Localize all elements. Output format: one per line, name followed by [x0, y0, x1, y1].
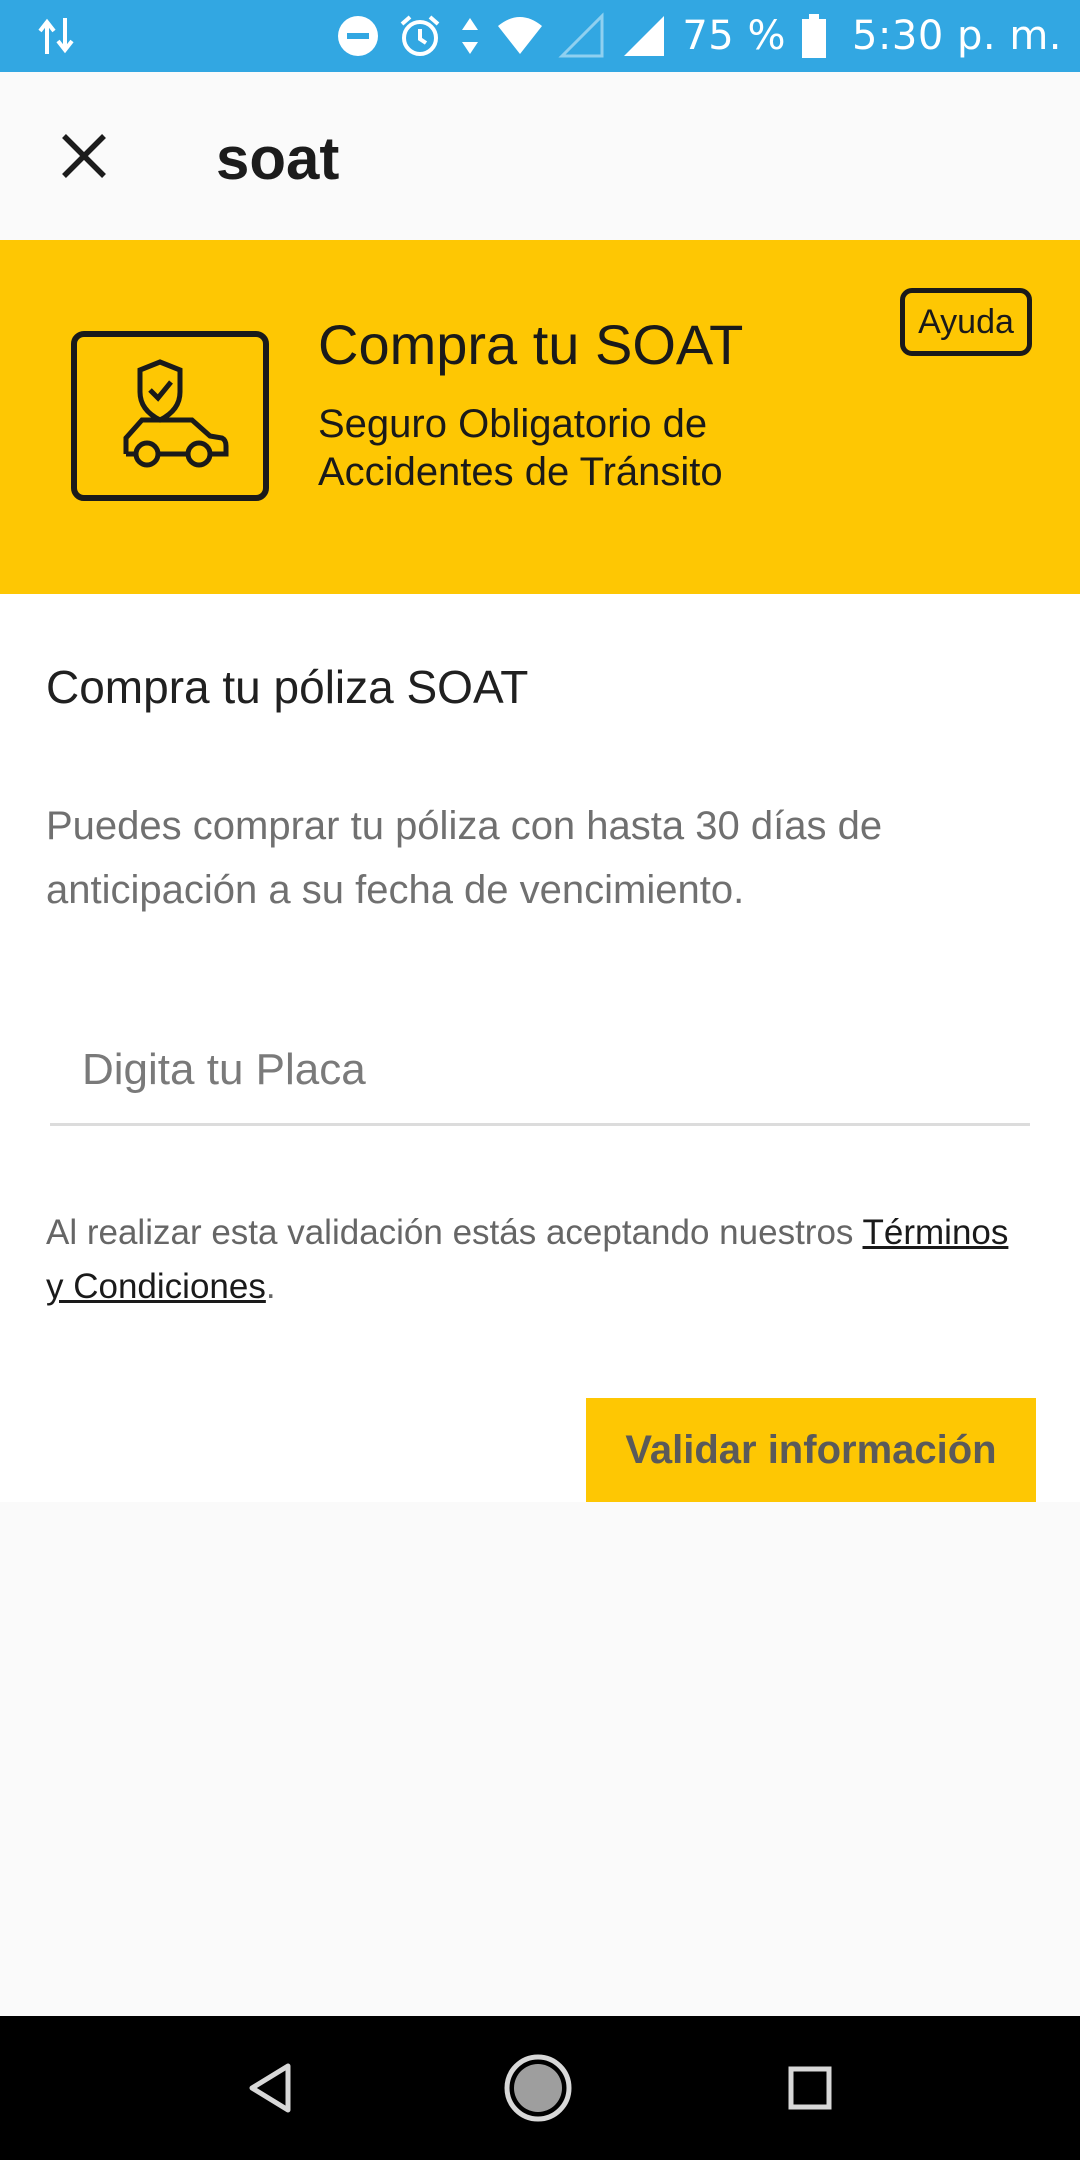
validate-button[interactable]: Validar información [586, 1398, 1036, 1502]
navigation-bar [0, 2016, 1080, 2160]
recents-square-icon [788, 2066, 832, 2110]
banner-title: Compra tu SOAT [318, 313, 744, 376]
plate-field [50, 1014, 1030, 1126]
section-description: Puedes comprar tu póliza con hasta 30 dí… [46, 804, 883, 912]
home-button[interactable] [502, 2052, 574, 2124]
terms-prefix: Al realizar esta validación estás acepta… [46, 1213, 863, 1252]
terms-suffix: . [265, 1267, 276, 1306]
insured-car-icon [71, 331, 269, 501]
soat-banner: Compra tu SOAT Seguro Obligatorio de Acc… [0, 240, 1080, 594]
purchase-form: Compra tu póliza SOAT Puedes comprar tu … [0, 594, 1080, 1502]
signal-icon [624, 16, 665, 56]
alarm-icon [401, 15, 440, 56]
data-activity-icon [462, 18, 479, 54]
home-circle-icon [504, 2054, 572, 2122]
signal-empty-icon [558, 12, 604, 58]
back-triangle-icon [249, 2063, 291, 2113]
close-button[interactable] [44, 116, 124, 196]
battery-percent: 75 % [682, 13, 786, 59]
battery-icon [801, 14, 826, 58]
help-button[interactable]: Ayuda [900, 288, 1032, 356]
do-not-disturb-icon [338, 16, 379, 56]
status-icons: 75 % 5:30 p. m. [334, 0, 1062, 72]
clock: 5:30 p. m. [851, 13, 1062, 59]
back-button[interactable] [234, 2052, 306, 2124]
status-bar: 75 % 5:30 p. m. [0, 0, 1080, 72]
section-title: Compra tu póliza SOAT [46, 661, 529, 713]
data-transfer-icon [38, 18, 74, 54]
page-title: soat [216, 125, 340, 192]
app-bar: soat [0, 72, 1080, 240]
plate-input[interactable] [82, 1034, 982, 1106]
recents-button[interactable] [774, 2052, 846, 2124]
banner-subtitle: Seguro Obligatorio de Accidentes de Trán… [318, 402, 723, 494]
close-icon [62, 134, 106, 178]
wifi-icon [498, 17, 543, 54]
terms-notice: Al realizar esta validación estás acepta… [46, 1206, 1026, 1314]
